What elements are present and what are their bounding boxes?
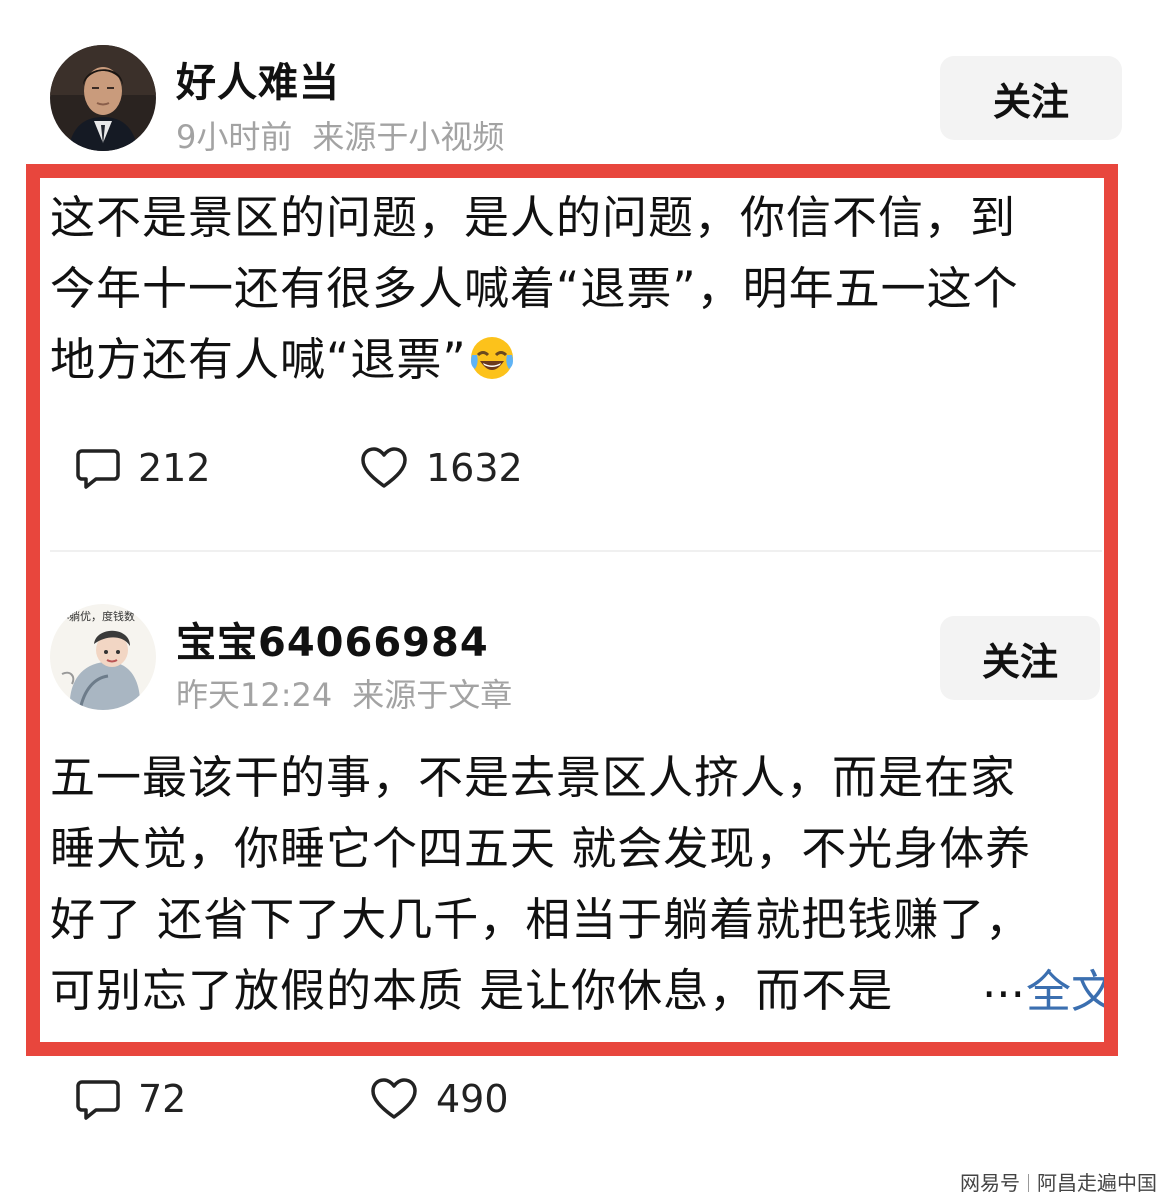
watermark-author: 阿昌走遍中国 bbox=[1037, 1171, 1157, 1195]
like-count: 490 bbox=[436, 1077, 509, 1121]
avatar-post1[interactable] bbox=[50, 45, 156, 151]
watermark: 网易号 阿昌走遍中国 bbox=[960, 1167, 1157, 1196]
person-photo-icon bbox=[50, 45, 156, 151]
heart-icon bbox=[371, 1078, 417, 1119]
like-stat-post2[interactable]: 490 bbox=[370, 1077, 509, 1121]
comment-stat-post2[interactable]: 72 bbox=[76, 1077, 186, 1121]
comment-icon bbox=[76, 1080, 120, 1120]
comment-count: 72 bbox=[138, 1077, 187, 1121]
post-time: 9小时前 bbox=[176, 118, 293, 156]
follow-button-post1[interactable]: 关注 bbox=[940, 56, 1122, 140]
post-meta-post1: 9小时前 来源于小视频 bbox=[176, 112, 504, 158]
watermark-platform: 网易号 bbox=[960, 1171, 1020, 1195]
post-source: 来源于小视频 bbox=[312, 118, 505, 156]
highlight-frame bbox=[26, 164, 1118, 1056]
username-post1[interactable]: 好人难当 bbox=[176, 50, 340, 108]
